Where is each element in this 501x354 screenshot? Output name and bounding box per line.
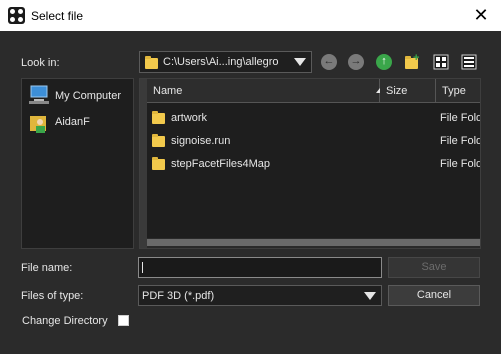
folder-icon xyxy=(145,56,158,69)
file-name: signoise.run xyxy=(171,135,231,147)
user-folder-icon xyxy=(30,116,46,133)
up-folder-icon[interactable]: ↑ xyxy=(376,54,392,70)
column-header-size[interactable]: Size xyxy=(380,79,436,103)
file-type-label: Files of type: xyxy=(21,290,84,302)
scrollbar-thumb[interactable] xyxy=(147,239,480,246)
file-type-dropdown[interactable]: PDF 3D (*.pdf) xyxy=(138,285,382,306)
forward-icon[interactable]: → xyxy=(348,54,364,70)
cancel-button[interactable]: Cancel xyxy=(388,285,480,306)
file-name-label: File name: xyxy=(21,262,73,274)
file-type: File Folder xyxy=(440,158,480,170)
folder-icon xyxy=(152,111,165,124)
chevron-down-icon xyxy=(364,292,376,300)
save-button[interactable]: Save xyxy=(388,257,480,278)
file-list: Name Size Type artwork File Folder signo… xyxy=(139,78,481,249)
vertical-scrollbar[interactable] xyxy=(140,79,147,248)
title-bar: Select file ✕ xyxy=(0,0,501,31)
column-header-name[interactable]: Name xyxy=(147,79,384,103)
folder-icon xyxy=(152,134,165,147)
chevron-down-icon xyxy=(294,58,306,66)
column-header-label: Name xyxy=(153,85,183,97)
file-row[interactable]: artwork File Folder xyxy=(147,107,480,129)
file-row[interactable]: signoise.run File Folder xyxy=(147,130,480,152)
place-label: AidanF xyxy=(55,116,90,128)
places-panel: My Computer AidanF xyxy=(21,78,134,249)
back-icon[interactable]: ← xyxy=(321,54,337,70)
file-name: stepFacetFiles4Map xyxy=(171,158,271,170)
file-type-value: PDF 3D (*.pdf) xyxy=(142,290,215,302)
place-user[interactable]: AidanF xyxy=(22,110,133,134)
file-name-input[interactable] xyxy=(138,257,382,278)
file-name: artwork xyxy=(171,112,208,124)
look-in-label: Look in: xyxy=(21,57,60,69)
file-row[interactable]: stepFacetFiles4Map File Folder xyxy=(147,153,480,175)
change-directory-label: Change Directory xyxy=(22,315,108,327)
place-my-computer[interactable]: My Computer xyxy=(22,84,133,108)
close-button[interactable]: ✕ xyxy=(461,0,501,31)
detail-view-icon[interactable] xyxy=(461,54,477,70)
computer-icon xyxy=(29,85,49,104)
folder-icon xyxy=(152,157,165,170)
new-folder-icon[interactable]: + xyxy=(404,52,420,70)
app-icon xyxy=(8,7,25,24)
file-type: File Folder xyxy=(440,112,480,124)
window-title: Select file xyxy=(31,9,84,23)
column-header-label: Size xyxy=(386,85,408,97)
look-in-dropdown[interactable]: C:\Users\Ai...ing\allegro xyxy=(139,51,312,73)
column-header-label: Type xyxy=(442,85,466,97)
change-directory-checkbox[interactable] xyxy=(118,315,129,326)
look-in-value: C:\Users\Ai...ing\allegro xyxy=(163,56,279,68)
text-caret xyxy=(142,262,143,273)
horizontal-scrollbar[interactable] xyxy=(147,238,480,248)
column-header-type[interactable]: Type xyxy=(436,79,480,103)
file-type: File Folder xyxy=(440,135,480,147)
list-view-icon[interactable] xyxy=(433,54,449,70)
place-label: My Computer xyxy=(55,90,122,102)
